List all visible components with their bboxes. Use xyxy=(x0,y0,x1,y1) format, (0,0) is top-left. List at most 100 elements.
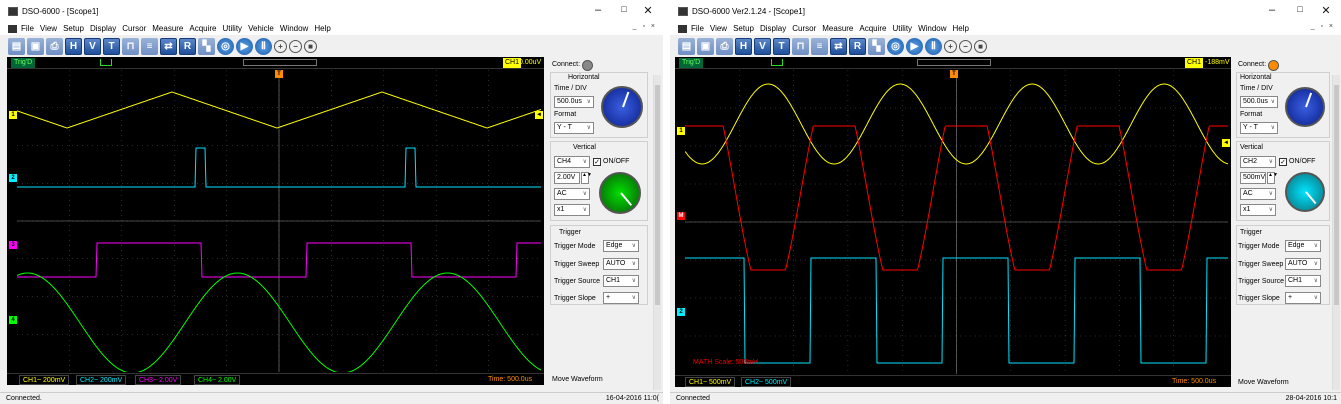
fft-icon[interactable]: ⇄ xyxy=(160,37,177,55)
zoom-out-icon[interactable]: − xyxy=(289,39,302,53)
vertical-channel-select[interactable]: CH2 ∨ xyxy=(1240,156,1276,168)
scope-display[interactable]: Trig'D CH1 0.00uV 1 2 3 4 ◄ T CH1~ 200mV… xyxy=(7,57,544,385)
math-icon[interactable]: ≡ xyxy=(811,37,828,55)
trigger-level-marker[interactable]: ◄ xyxy=(1222,139,1230,147)
ref-icon[interactable]: R xyxy=(849,37,866,55)
trigger-mode-select[interactable]: Edge ∨ xyxy=(603,240,639,252)
ch4-marker[interactable]: 4 xyxy=(9,316,17,324)
trigger-mode-select[interactable]: Edge ∨ xyxy=(1285,240,1321,252)
stop-icon[interactable]: ■ xyxy=(304,39,317,53)
auto-icon[interactable]: ◎ xyxy=(887,37,904,55)
ch4-scale-label[interactable]: CH4~ 2.00V xyxy=(194,375,241,385)
measure-icon[interactable]: ⊓ xyxy=(122,37,139,55)
close-button[interactable]: ✕ xyxy=(641,4,655,17)
stop-icon[interactable]: ■ xyxy=(974,39,987,53)
volts-spinner[interactable]: ▲▼ xyxy=(1267,172,1278,184)
menu-file[interactable]: File xyxy=(691,24,704,33)
open-icon[interactable]: ▤ xyxy=(678,37,695,55)
ch2-marker[interactable]: 2 xyxy=(677,308,685,316)
ch1-marker[interactable]: 1 xyxy=(677,127,685,135)
probe-select[interactable]: x1 ∨ xyxy=(1240,204,1276,216)
ch2-scale-label[interactable]: CH2~ 500mV xyxy=(741,377,792,387)
ch3-scale-label[interactable]: CH3~ 2.00V xyxy=(135,375,182,385)
format-select[interactable]: Y - T ∨ xyxy=(554,122,594,134)
menu-utility[interactable]: Utility xyxy=(893,24,913,33)
volts-knob-icon[interactable] xyxy=(1285,172,1325,212)
fft-icon[interactable]: ⇄ xyxy=(830,37,847,55)
trigger-slope-select[interactable]: + ∨ xyxy=(1285,292,1321,304)
scrollbar-thumb[interactable] xyxy=(1334,85,1339,305)
time-div-select[interactable]: 500.0us ∨ xyxy=(1240,96,1278,108)
auto-icon[interactable]: ◎ xyxy=(217,37,234,55)
menu-file[interactable]: File xyxy=(21,24,34,33)
time-div-select[interactable]: 500.0us ∨ xyxy=(554,96,594,108)
horizontal-icon[interactable]: H xyxy=(65,37,82,55)
waveform-grid[interactable] xyxy=(685,70,1228,374)
pause-icon[interactable]: Ⅱ xyxy=(925,37,942,55)
ch1-scale-label[interactable]: CH1~ 500mV xyxy=(685,377,736,387)
menu-display[interactable]: Display xyxy=(90,24,116,33)
measure-icon[interactable]: ⊓ xyxy=(792,37,809,55)
probe-select[interactable]: x1 ∨ xyxy=(554,204,590,216)
menu-view[interactable]: View xyxy=(710,24,727,33)
waveform-overview[interactable] xyxy=(243,59,317,66)
volts-div-field[interactable]: 2.00V xyxy=(554,172,580,184)
scope-display[interactable]: Trig'D CH1 -188mV 1 M 2 ◄ T MATH Scale: … xyxy=(675,57,1231,387)
trigger-source-select[interactable]: CH1 ∨ xyxy=(1285,275,1321,287)
vertical-icon[interactable]: V xyxy=(84,37,101,55)
menu-cursor[interactable]: Cursor xyxy=(792,24,816,33)
ref-icon[interactable]: R xyxy=(179,37,196,55)
menu-utility[interactable]: Utility xyxy=(223,24,243,33)
menu-acquire[interactable]: Acquire xyxy=(189,24,216,33)
zoom-in-icon[interactable]: + xyxy=(274,39,287,53)
menu-vehicle[interactable]: Vehicle xyxy=(248,24,274,33)
ch1-marker[interactable]: 1 xyxy=(9,111,17,119)
maximize-button[interactable]: □ xyxy=(1293,4,1307,14)
panel-scrollbar[interactable] xyxy=(653,75,661,390)
menu-setup[interactable]: Setup xyxy=(733,24,754,33)
menu-measure[interactable]: Measure xyxy=(152,24,183,33)
scrollbar-thumb[interactable] xyxy=(655,85,660,305)
menu-cursor[interactable]: Cursor xyxy=(122,24,146,33)
menu-help[interactable]: Help xyxy=(314,24,330,33)
save-icon[interactable]: ▣ xyxy=(27,37,44,55)
coupling-select[interactable]: AC ∨ xyxy=(554,188,590,200)
waveform-grid[interactable] xyxy=(17,70,541,372)
onoff-checkbox[interactable]: ✓ xyxy=(1279,158,1287,166)
zoom-out-icon[interactable]: − xyxy=(959,39,972,53)
ch1-scale-label[interactable]: CH1~ 200mV xyxy=(19,375,70,385)
trigger-source-select[interactable]: CH1 ∨ xyxy=(603,275,639,287)
zoom-in-icon[interactable]: + xyxy=(944,39,957,53)
panel-scrollbar[interactable] xyxy=(1332,75,1340,390)
volts-spinner[interactable]: ▲▼ xyxy=(581,172,592,184)
run-icon[interactable]: ▶ xyxy=(236,37,253,55)
record-icon[interactable]: ▚ xyxy=(868,37,885,55)
menu-window[interactable]: Window xyxy=(918,24,946,33)
minimize-button[interactable]: – xyxy=(591,4,605,16)
vertical-icon[interactable]: V xyxy=(754,37,771,55)
time-knob-icon[interactable] xyxy=(601,86,643,128)
volts-knob-icon[interactable] xyxy=(599,172,641,214)
menu-display[interactable]: Display xyxy=(760,24,786,33)
record-icon[interactable]: ▚ xyxy=(198,37,215,55)
trigger-sweep-select[interactable]: AUTO ∨ xyxy=(603,258,639,270)
trigger-slope-select[interactable]: + ∨ xyxy=(603,292,639,304)
vertical-channel-select[interactable]: CH4 ∨ xyxy=(554,156,590,168)
menu-acquire[interactable]: Acquire xyxy=(859,24,886,33)
onoff-checkbox[interactable]: ✓ xyxy=(593,158,601,166)
trigger-position-marker[interactable]: T xyxy=(950,70,958,78)
menu-measure[interactable]: Measure xyxy=(822,24,853,33)
math-icon[interactable]: ≡ xyxy=(141,37,158,55)
volts-div-field[interactable]: 500mV xyxy=(1240,172,1266,184)
horizontal-icon[interactable]: H xyxy=(735,37,752,55)
close-button[interactable]: ✕ xyxy=(1319,4,1333,17)
print-icon[interactable]: ⎙ xyxy=(716,37,733,55)
menu-setup[interactable]: Setup xyxy=(63,24,84,33)
ch3-marker[interactable]: 3 xyxy=(9,241,17,249)
open-icon[interactable]: ▤ xyxy=(8,37,25,55)
math-marker[interactable]: M xyxy=(677,212,685,220)
coupling-select[interactable]: AC ∨ xyxy=(1240,188,1276,200)
trigger-icon[interactable]: T xyxy=(773,37,790,55)
run-icon[interactable]: ▶ xyxy=(906,37,923,55)
minimize-button[interactable]: – xyxy=(1265,4,1279,16)
